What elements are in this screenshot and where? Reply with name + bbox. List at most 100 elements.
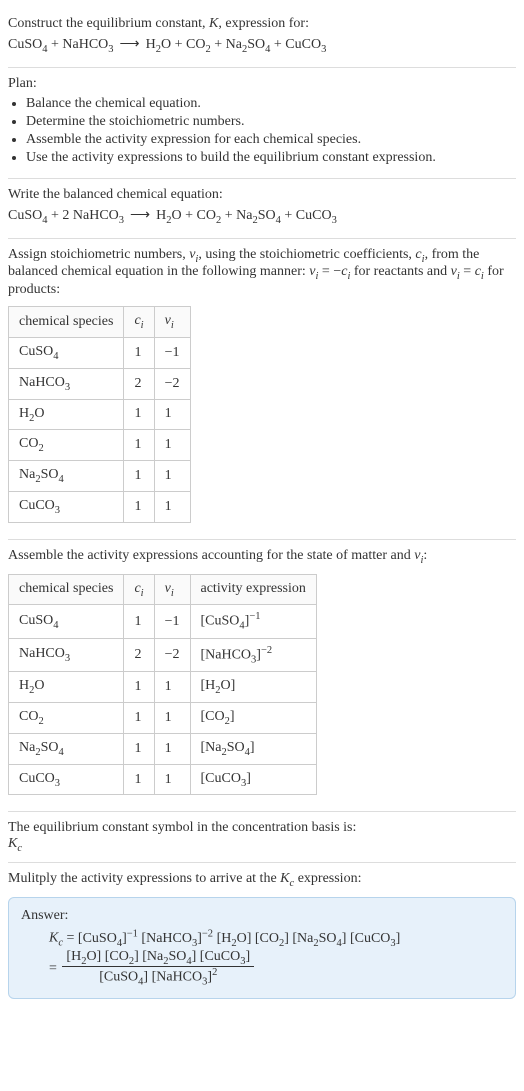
cell-nui: 1 bbox=[154, 733, 190, 764]
plan-list: Balance the chemical equation. Determine… bbox=[8, 96, 516, 166]
cell-nui: 1 bbox=[154, 672, 190, 703]
stoich-table: chemical species ci νi CuSO41−1NaHCO32−2… bbox=[8, 306, 191, 523]
answer-fraction: [H2O] [CO2] [Na2SO4] [CuCO3] [CuSO4] [Na… bbox=[62, 949, 254, 988]
cell-species: CuCO3 bbox=[9, 764, 124, 795]
plan-item: Balance the chemical equation. bbox=[26, 96, 516, 112]
cell-nui: 1 bbox=[154, 491, 190, 522]
species: Na2SO4 bbox=[236, 208, 281, 223]
table-row: NaHCO32−2 bbox=[9, 368, 191, 399]
cell-species: NaHCO3 bbox=[9, 368, 124, 399]
cell-ci: 1 bbox=[124, 703, 154, 734]
species: CuCO3 bbox=[296, 208, 337, 223]
plan-item: Determine the stoichiometric numbers. bbox=[26, 114, 516, 130]
table-row: Na2SO411[Na2SO4] bbox=[9, 733, 317, 764]
plan-heading: Plan: bbox=[8, 76, 516, 92]
cell-ci: 1 bbox=[124, 764, 154, 795]
cell-nui: −1 bbox=[154, 337, 190, 368]
cell-species: Na2SO4 bbox=[9, 461, 124, 492]
activity-text: Assemble the activity expressions accoun… bbox=[8, 548, 516, 566]
balanced-equation: CuSO4 + 2 NaHCO3⟶H2O + CO2 + Na2SO4 + Cu… bbox=[8, 207, 516, 226]
cell-nui: −2 bbox=[154, 638, 190, 671]
cell-ci: 2 bbox=[124, 638, 154, 671]
cell-ci: 1 bbox=[124, 399, 154, 430]
table-row: H2O11[H2O] bbox=[9, 672, 317, 703]
table-row: CuCO311[CuCO3] bbox=[9, 764, 317, 795]
multiply-text: Mulitply the activity expressions to arr… bbox=[8, 871, 516, 889]
arrow-icon: ⟶ bbox=[124, 208, 156, 223]
balanced-heading: Write the balanced chemical equation: bbox=[8, 187, 516, 203]
col-species: chemical species bbox=[9, 307, 124, 338]
balanced-section: Write the balanced chemical equation: Cu… bbox=[8, 179, 516, 239]
table-row: CO211[CO2] bbox=[9, 703, 317, 734]
fraction-numerator: [H2O] [CO2] [Na2SO4] [CuCO3] bbox=[62, 949, 254, 968]
cell-nui: 1 bbox=[154, 764, 190, 795]
kc-section: The equilibrium constant symbol in the c… bbox=[8, 812, 516, 863]
plan-section: Plan: Balance the chemical equation. Det… bbox=[8, 68, 516, 179]
intro-line: Construct the equilibrium constant, K, e… bbox=[8, 16, 516, 32]
arrow-icon: ⟶ bbox=[114, 37, 146, 52]
unbalanced-equation: CuSO4 + NaHCO3⟶H2O + CO2 + Na2SO4 + CuCO… bbox=[8, 36, 516, 55]
fraction-denominator: [CuSO4] [NaHCO3]2 bbox=[62, 967, 254, 987]
cell-nui: −1 bbox=[154, 605, 190, 638]
answer-label: Answer: bbox=[21, 908, 503, 924]
col-ci: ci bbox=[124, 307, 154, 338]
cell-species: CO2 bbox=[9, 703, 124, 734]
stoich-section: Assign stoichiometric numbers, νi, using… bbox=[8, 239, 516, 540]
kc-symbol: Kc bbox=[8, 836, 516, 854]
cell-species: Na2SO4 bbox=[9, 733, 124, 764]
plan-item: Use the activity expressions to build th… bbox=[26, 150, 516, 166]
table-row: CuCO311 bbox=[9, 491, 191, 522]
species: CO2 bbox=[197, 208, 222, 223]
species: Na2SO4 bbox=[226, 37, 271, 52]
col-activity: activity expression bbox=[190, 574, 316, 605]
cell-activity: [Na2SO4] bbox=[190, 733, 316, 764]
coefficient: 2 bbox=[62, 208, 69, 223]
cell-nui: 1 bbox=[154, 461, 190, 492]
cell-activity: [H2O] bbox=[190, 672, 316, 703]
cell-species: CuSO4 bbox=[9, 337, 124, 368]
intro-text: Construct the equilibrium constant, bbox=[8, 16, 209, 31]
species: NaHCO3 bbox=[62, 37, 113, 52]
table-row: Na2SO411 bbox=[9, 461, 191, 492]
answer-box: Answer: Kc = [CuSO4]−1 [NaHCO3]−2 [H2O] … bbox=[8, 897, 516, 999]
species: CO2 bbox=[186, 37, 211, 52]
cell-ci: 1 bbox=[124, 461, 154, 492]
cell-ci: 1 bbox=[124, 337, 154, 368]
species: CuSO4 bbox=[8, 37, 47, 52]
cell-activity: [CO2] bbox=[190, 703, 316, 734]
answer-line1: [CuSO4]−1 [NaHCO3]−2 [H2O] [CO2] [Na2SO4… bbox=[78, 931, 400, 946]
cell-ci: 1 bbox=[124, 733, 154, 764]
kc-text: The equilibrium constant symbol in the c… bbox=[8, 820, 516, 836]
cell-ci: 1 bbox=[124, 605, 154, 638]
table-row: NaHCO32−2[NaHCO3]−2 bbox=[9, 638, 317, 671]
cell-nui: 1 bbox=[154, 399, 190, 430]
cell-ci: 1 bbox=[124, 430, 154, 461]
table-row: H2O11 bbox=[9, 399, 191, 430]
species: H2O bbox=[146, 37, 172, 52]
result-section: Mulitply the activity expressions to arr… bbox=[8, 863, 516, 1007]
cell-ci: 1 bbox=[124, 491, 154, 522]
k-symbol: K bbox=[209, 16, 218, 31]
cell-species: CO2 bbox=[9, 430, 124, 461]
cell-species: H2O bbox=[9, 672, 124, 703]
cell-activity: [CuCO3] bbox=[190, 764, 316, 795]
cell-activity: [NaHCO3]−2 bbox=[190, 638, 316, 671]
table-row: CuSO41−1 bbox=[9, 337, 191, 368]
cell-nui: −2 bbox=[154, 368, 190, 399]
cell-species: CuCO3 bbox=[9, 491, 124, 522]
col-nui: νi bbox=[154, 307, 190, 338]
plan-item: Assemble the activity expression for eac… bbox=[26, 132, 516, 148]
cell-ci: 1 bbox=[124, 672, 154, 703]
table-row: CuSO41−1[CuSO4]−1 bbox=[9, 605, 317, 638]
cell-nui: 1 bbox=[154, 703, 190, 734]
cell-species: NaHCO3 bbox=[9, 638, 124, 671]
species: NaHCO3 bbox=[73, 208, 124, 223]
species: CuCO3 bbox=[285, 37, 326, 52]
table-header-row: chemical species ci νi activity expressi… bbox=[9, 574, 317, 605]
activity-table: chemical species ci νi activity expressi… bbox=[8, 574, 317, 796]
cell-activity: [CuSO4]−1 bbox=[190, 605, 316, 638]
col-nui: νi bbox=[154, 574, 190, 605]
table-header-row: chemical species ci νi bbox=[9, 307, 191, 338]
activity-section: Assemble the activity expressions accoun… bbox=[8, 540, 516, 813]
intro-section: Construct the equilibrium constant, K, e… bbox=[8, 8, 516, 68]
